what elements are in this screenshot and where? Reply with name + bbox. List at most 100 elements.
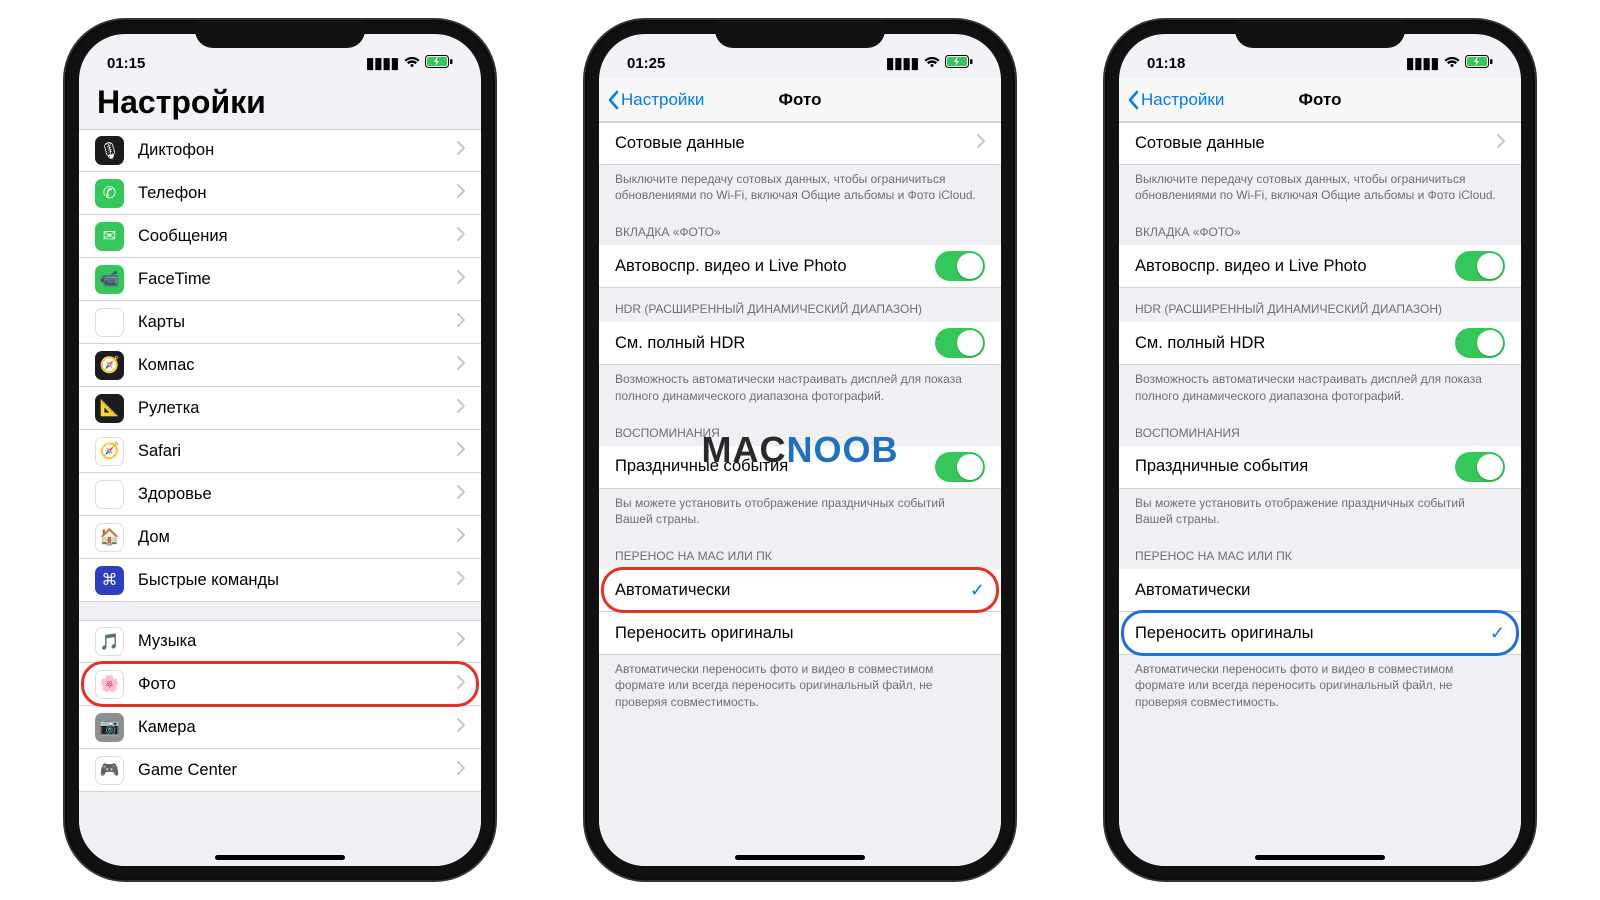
back-button[interactable]: Настройки: [607, 90, 704, 110]
settings-row-Дом[interactable]: 🏠 Дом: [79, 516, 481, 559]
row-label: Дом: [138, 528, 170, 547]
back-label: Настройки: [1141, 90, 1224, 110]
chevron-right-icon: [457, 718, 465, 732]
row-label: Телефон: [138, 184, 206, 203]
row-label: Сообщения: [138, 227, 228, 246]
footer-text: Выключите передачу сотовых данных, чтобы…: [599, 165, 1001, 211]
settings-row-Камера[interactable]: 📷 Камера: [79, 706, 481, 749]
settings-row-Сообщения[interactable]: ✉︎ Сообщения: [79, 215, 481, 258]
phone-2: 01:25 ▮▮▮▮ Настройки Фото Сотовые данные…: [585, 20, 1015, 880]
settings-row-Рулетка[interactable]: 📐 Рулетка: [79, 387, 481, 430]
toggle-switch[interactable]: [935, 251, 985, 281]
app-icon: ✉︎: [95, 222, 124, 251]
footer-text: Вы можете установить отображение праздни…: [1119, 489, 1521, 535]
toggle-switch[interactable]: [935, 452, 985, 482]
row-cellular-data[interactable]: Сотовые данные: [1119, 122, 1521, 165]
chevron-right-icon: [457, 528, 465, 542]
home-indicator[interactable]: [215, 855, 345, 860]
chevron-right-icon: [457, 632, 465, 651]
chevron-right-icon: [977, 134, 985, 148]
wifi-icon: [404, 55, 420, 72]
chevron-right-icon: [457, 141, 465, 160]
row-label: Быстрые команды: [138, 571, 279, 590]
app-icon: 🏠: [95, 523, 124, 552]
settings-row-Карты[interactable]: 🗺 Карты: [79, 301, 481, 344]
section-header: ВОСПОМИНАНИЯ: [1119, 412, 1521, 446]
app-icon: 🎮: [95, 756, 124, 785]
row-label: Карты: [138, 313, 185, 332]
chevron-right-icon: [457, 270, 465, 284]
toggle-switch[interactable]: [1455, 251, 1505, 281]
row-transfer-option[interactable]: Переносить оригиналы: [599, 612, 1001, 655]
row-label: FaceTime: [138, 270, 211, 289]
row-autoplay[interactable]: Автовоспр. видео и Live Photo: [1119, 245, 1521, 288]
settings-row-Телефон[interactable]: ✆ Телефон: [79, 172, 481, 215]
settings-row-Компас[interactable]: 🧭 Компас: [79, 344, 481, 387]
signal-icon: ▮▮▮▮: [366, 54, 399, 72]
row-holiday-events[interactable]: Праздничные события: [599, 446, 1001, 489]
screen-2: 01:25 ▮▮▮▮ Настройки Фото Сотовые данные…: [599, 34, 1001, 866]
chevron-right-icon: [457, 270, 465, 289]
row-label: Камера: [138, 718, 196, 737]
chevron-right-icon: [457, 184, 465, 203]
toggle-switch[interactable]: [935, 328, 985, 358]
row-label: Праздничные события: [615, 457, 788, 476]
settings-row-Safari[interactable]: 🧭 Safari: [79, 430, 481, 473]
row-label: Праздничные события: [1135, 457, 1308, 476]
settings-row-FaceTime[interactable]: 📹 FaceTime: [79, 258, 481, 301]
app-icon: ❤︎: [95, 480, 124, 509]
chevron-right-icon: [457, 184, 465, 198]
settings-row-Game Center[interactable]: 🎮 Game Center: [79, 749, 481, 792]
chevron-left-icon: [1127, 90, 1139, 110]
app-icon: 🌸: [95, 670, 124, 699]
row-holiday-events[interactable]: Праздничные события: [1119, 446, 1521, 489]
row-transfer-option[interactable]: Переносить оригиналы ✓: [1119, 612, 1521, 655]
battery-icon: [1465, 55, 1493, 72]
section-header: ВКЛАДКА «ФОТО»: [1119, 211, 1521, 245]
chevron-right-icon: [457, 356, 465, 370]
row-autoplay[interactable]: Автовоспр. видео и Live Photo: [599, 245, 1001, 288]
row-full-hdr[interactable]: См. полный HDR: [1119, 322, 1521, 365]
section-header: HDR (РАСШИРЕННЫЙ ДИНАМИЧЕСКИЙ ДИАПАЗОН): [599, 288, 1001, 322]
settings-row-Быстрые команды[interactable]: ⌘ Быстрые команды: [79, 559, 481, 602]
row-label: См. полный HDR: [615, 334, 745, 353]
back-button[interactable]: Настройки: [1127, 90, 1224, 110]
status-time: 01:15: [107, 55, 145, 72]
settings-list[interactable]: 🎙 Диктофон ✆ Телефон ✉︎ Сообщения 📹 Face…: [79, 129, 481, 866]
section-header: ВОСПОМИНАНИЯ: [599, 412, 1001, 446]
settings-content[interactable]: Сотовые данные Выключите передачу сотовы…: [599, 122, 1001, 866]
home-indicator[interactable]: [735, 855, 865, 860]
settings-content[interactable]: Сотовые данные Выключите передачу сотовы…: [1119, 122, 1521, 866]
chevron-left-icon: [607, 90, 619, 110]
row-full-hdr[interactable]: См. полный HDR: [599, 322, 1001, 365]
chevron-right-icon: [457, 313, 465, 332]
chevron-right-icon: [457, 528, 465, 547]
row-cellular-data[interactable]: Сотовые данные: [599, 122, 1001, 165]
row-label: Автоматически: [615, 581, 730, 600]
phone-1: 01:15 ▮▮▮▮ Настройки 🎙 Диктофон ✆ Телефо…: [65, 20, 495, 880]
settings-row-Диктофон[interactable]: 🎙 Диктофон: [79, 129, 481, 172]
row-label: Диктофон: [138, 141, 214, 160]
back-label: Настройки: [621, 90, 704, 110]
settings-row-Фото[interactable]: 🌸 Фото: [79, 663, 481, 706]
section-header: ПЕРЕНОС НА MAC ИЛИ ПК: [599, 535, 1001, 569]
home-indicator[interactable]: [1255, 855, 1385, 860]
signal-icon: ▮▮▮▮: [886, 54, 919, 72]
battery-icon: [425, 55, 453, 72]
chevron-right-icon: [457, 761, 465, 775]
settings-row-Здоровье[interactable]: ❤︎ Здоровье: [79, 473, 481, 516]
row-transfer-option[interactable]: Автоматически ✓: [599, 569, 1001, 612]
toggle-switch[interactable]: [1455, 328, 1505, 358]
status-icons: ▮▮▮▮: [366, 54, 453, 72]
app-icon: 🧭: [95, 351, 124, 380]
row-label: Автовоспр. видео и Live Photo: [615, 257, 847, 276]
checkmark-icon: ✓: [970, 580, 985, 601]
row-transfer-option[interactable]: Автоматически: [1119, 569, 1521, 612]
phone-3: 01:18 ▮▮▮▮ Настройки Фото Сотовые данные…: [1105, 20, 1535, 880]
status-icons: ▮▮▮▮: [886, 54, 973, 72]
toggle-switch[interactable]: [1455, 452, 1505, 482]
section-header: ПЕРЕНОС НА MAC ИЛИ ПК: [1119, 535, 1521, 569]
nav-bar: Настройки Фото: [599, 78, 1001, 122]
settings-row-Музыка[interactable]: 🎵 Музыка: [79, 620, 481, 663]
row-label: Game Center: [138, 761, 237, 780]
